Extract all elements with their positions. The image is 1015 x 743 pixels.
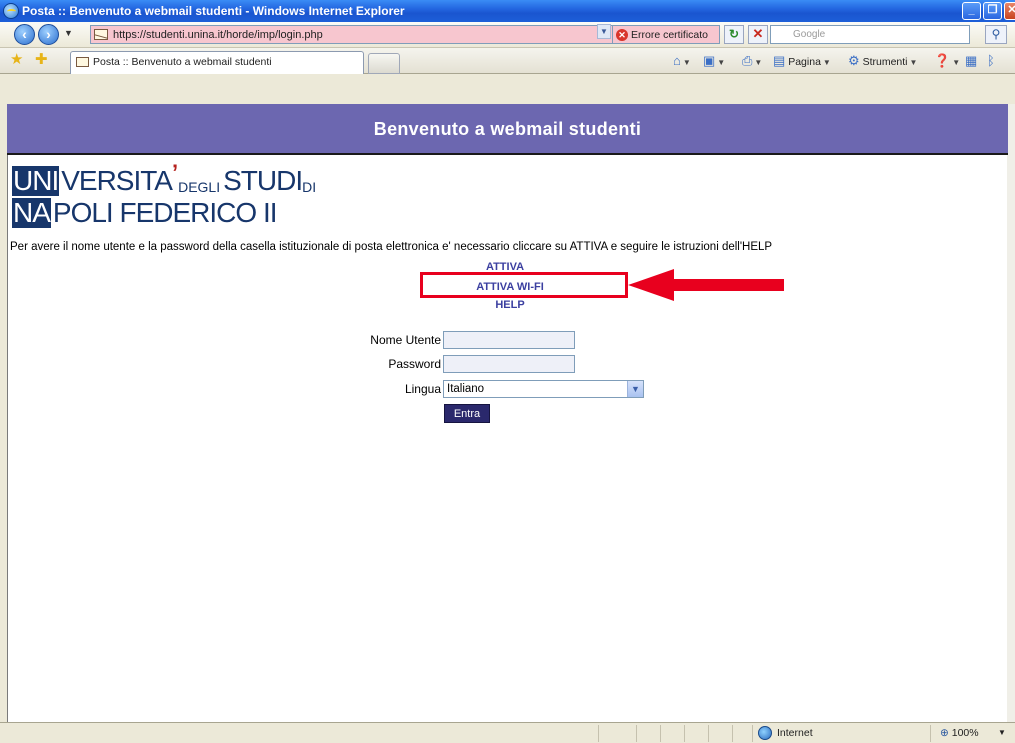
rss-icon: ▣	[703, 53, 716, 68]
feeds-button[interactable]: ▣ ▼	[703, 53, 725, 71]
home-icon: ⌂	[673, 53, 681, 68]
tab-webmail[interactable]: Posta :: Benvenuto a webmail studenti	[70, 51, 364, 74]
minimize-button[interactable]: _	[962, 2, 981, 20]
university-logo: UNI VERSITA ’ DEGLI STUDI DI NA POLI FED…	[12, 160, 317, 228]
security-zone-label: Internet	[777, 727, 813, 739]
zoom-dropdown-icon[interactable]: ▼	[998, 728, 1006, 737]
mail-icon	[76, 57, 89, 67]
forward-button[interactable]: ›	[38, 24, 59, 45]
page-top-area	[0, 74, 1015, 104]
gear-icon: ⚙	[848, 53, 860, 68]
page-menu[interactable]: ▤ Pagina ▼	[773, 53, 831, 71]
ie-logo-icon	[3, 3, 19, 19]
refresh-button[interactable]: ↻	[724, 25, 744, 44]
recent-pages-dropdown-icon[interactable]: ▼	[64, 28, 73, 38]
help-menu[interactable]: ❓ ▼	[934, 53, 960, 71]
help-link[interactable]: HELP	[480, 299, 540, 311]
zoom-level: 100%	[951, 727, 979, 739]
page-icon: ▤	[773, 53, 786, 68]
close-button[interactable]: ✕	[1004, 2, 1015, 20]
print-button[interactable]: ⎙ ▼	[742, 53, 762, 71]
mail-icon	[94, 29, 108, 40]
username-label: Nome Utente	[370, 333, 441, 347]
printer-icon: ⎙	[742, 53, 753, 68]
address-dropdown-icon[interactable]: ▼	[597, 24, 611, 39]
address-bar[interactable]: https://studenti.unina.it/horde/imp/logi…	[90, 25, 638, 44]
new-tab-button[interactable]	[368, 53, 400, 74]
password-input[interactable]	[443, 355, 575, 373]
research-icon: ▦	[965, 53, 978, 68]
annotation-highlight-box	[420, 272, 628, 298]
login-button[interactable]: Entra	[444, 404, 490, 423]
favorites-star-icon[interactable]: ★	[10, 52, 23, 68]
tab-label: Posta :: Benvenuto a webmail studenti	[93, 56, 272, 68]
zoom-control[interactable]: ⊕ 100%	[940, 727, 979, 739]
status-bar: Internet ⊕ 100% ▼	[0, 722, 1015, 743]
help-icon: ❓	[934, 53, 951, 68]
tools-menu[interactable]: ⚙ Strumenti ▼	[848, 53, 917, 71]
stop-button[interactable]: ✕	[748, 25, 768, 44]
window-title: Posta :: Benvenuto a webmail studenti - …	[22, 4, 405, 18]
address-toolbar: ‹ › ▼ https://studenti.unina.it/horde/im…	[0, 22, 1015, 48]
tools-menu-label: Strumenti	[862, 56, 908, 68]
internet-zone-icon	[758, 726, 772, 740]
maximize-button[interactable]: ❐	[983, 2, 1002, 20]
language-label: Lingua	[404, 382, 441, 396]
certificate-error-button[interactable]: ✕ Errore certificato	[612, 25, 720, 44]
back-button[interactable]: ‹	[14, 24, 35, 45]
username-input[interactable]	[443, 331, 575, 349]
browser-window: Posta :: Benvenuto a webmail studenti - …	[0, 0, 1015, 743]
chevron-down-icon[interactable]: ▼	[627, 381, 643, 397]
search-input[interactable]: Google	[770, 25, 970, 44]
certificate-error-label: Errore certificato	[631, 28, 709, 41]
home-button[interactable]: ⌂ ▼	[673, 53, 691, 71]
research-button[interactable]: ▦	[965, 53, 977, 70]
language-value: Italiano	[447, 383, 485, 395]
certificate-error-icon: ✕	[616, 29, 628, 41]
address-url: https://studenti.unina.it/horde/imp/logi…	[113, 28, 323, 41]
bluetooth-icon: ᛒ	[987, 53, 995, 68]
annotation-arrow	[628, 269, 784, 301]
add-favorites-icon[interactable]: ✚	[35, 52, 48, 68]
info-text: Per avere il nome utente e la password d…	[10, 241, 773, 253]
tab-toolbar: ★ ✚ Posta :: Benvenuto a webmail student…	[0, 48, 1015, 74]
language-select[interactable]: Italiano ▼	[443, 380, 644, 398]
scrollbar[interactable]	[1007, 104, 1015, 722]
page-menu-label: Pagina	[788, 56, 821, 68]
bluetooth-button[interactable]: ᛒ	[987, 53, 995, 70]
page-header: Benvenuto a webmail studenti	[7, 104, 1008, 155]
zoom-icon: ⊕	[940, 727, 949, 739]
password-label: Password	[388, 357, 441, 371]
title-bar: Posta :: Benvenuto a webmail studenti - …	[0, 0, 1015, 22]
search-icon[interactable]: ⚲	[985, 25, 1007, 44]
